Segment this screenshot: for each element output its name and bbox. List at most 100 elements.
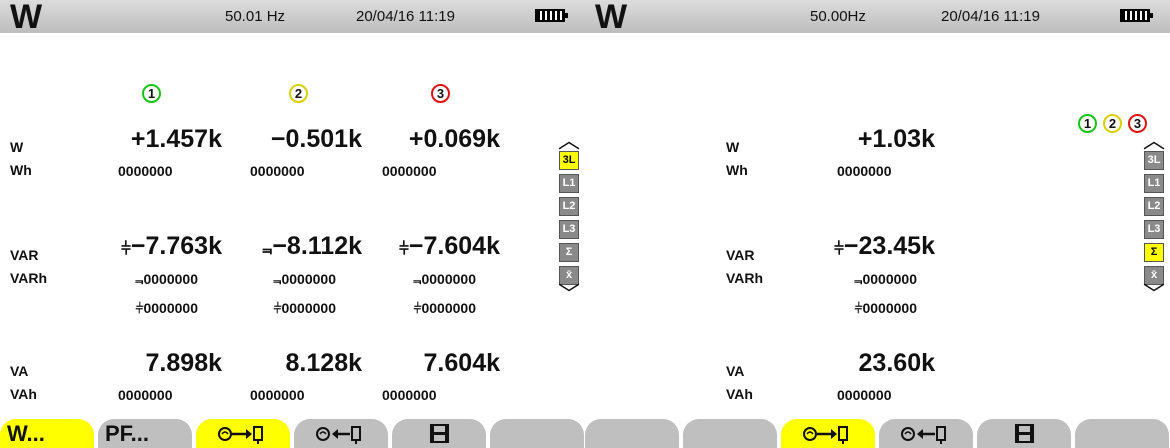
wh-phase-1: 0000000 <box>118 163 173 179</box>
label-vah: VAh <box>10 386 37 402</box>
phase-2-indicator: 2 <box>1103 114 1122 133</box>
va-total: 23.60k <box>858 349 935 377</box>
softkey-empty-2[interactable] <box>683 419 777 448</box>
frequency-readout: 50.01 Hz <box>225 8 286 25</box>
battery-icon <box>535 9 568 22</box>
softkey-empty[interactable] <box>490 419 584 448</box>
mode-sigma[interactable]: Σ <box>1144 243 1164 262</box>
capacitive-icon: ⫬ <box>262 239 273 258</box>
wh-phase-3: 0000000 <box>382 163 437 179</box>
meter-from-computer-icon <box>316 426 361 444</box>
phase-3-indicator: 3 <box>431 84 450 103</box>
scroll-down-icon[interactable]: ﹀ <box>558 284 580 306</box>
softkey-meter-to-computer[interactable] <box>196 419 290 448</box>
label-varh: VARh <box>726 270 764 286</box>
va-phase-2: 8.128k <box>285 349 362 377</box>
status-bar: W 50.01 Hz 20/04/16 11:19 <box>0 0 585 36</box>
mode-L1[interactable]: L1 <box>1144 174 1164 193</box>
label-w: W <box>726 139 740 155</box>
varh-inductive-phase-3: ⫩0000000 <box>380 300 476 317</box>
varh-phase-1-value: 0000000 <box>143 271 198 287</box>
phase-1-indicator: 1 <box>142 84 161 103</box>
label-vah: VAh <box>726 386 753 402</box>
vah-total: 0000000 <box>837 387 892 403</box>
meter-to-computer-icon <box>218 426 263 444</box>
softkey-meter-to-computer[interactable] <box>781 419 875 448</box>
mode-L2[interactable]: L2 <box>1144 197 1164 216</box>
varh-total-value: 0000000 <box>862 271 917 287</box>
phase-2-indicator: 2 <box>289 84 308 103</box>
label-wh: Wh <box>726 162 748 178</box>
var-phase-1-value: −7.763k <box>130 232 222 260</box>
mode-3L[interactable]: 3L <box>559 151 579 170</box>
date-time: 20/04/16 11:19 <box>356 8 455 25</box>
mode-3L[interactable]: 3L <box>1144 151 1164 170</box>
softkey-w-label: W... <box>7 421 45 446</box>
mode-L1[interactable]: L1 <box>559 174 579 193</box>
scroll-down-icon[interactable]: ﹀ <box>1143 284 1165 306</box>
power-screen-total: W 50.00Hz 20/04/16 11:19 1 2 3 W Wh VAR … <box>585 0 1170 448</box>
var-phase-2-value: −8.112k <box>272 232 362 260</box>
va-phase-3: 7.604k <box>423 349 500 377</box>
battery-icon <box>1120 9 1153 22</box>
varh-phase-3-value: 0000000 <box>421 271 476 287</box>
va-phase-1: 7.898k <box>145 349 222 377</box>
varh-capacitive-phase-2: ⫬0000000 <box>240 271 336 288</box>
var-phase-2: ⫬−8.112k <box>224 232 362 261</box>
w-phase-2: −0.501k <box>270 125 362 153</box>
power-mode-icon: W <box>10 0 42 36</box>
vah-phase-2: 0000000 <box>250 387 305 403</box>
scroll-up-icon[interactable]: ︿ <box>558 130 580 152</box>
mode-L2[interactable]: L2 <box>559 197 579 216</box>
varh-capacitive-phase-1: ⫬0000000 <box>102 271 198 288</box>
label-va: VA <box>726 363 745 379</box>
varh-capacitive-phase-3: ⫬0000000 <box>380 271 476 288</box>
save-icon <box>1015 424 1034 443</box>
varh-inductive-total: ⫩0000000 <box>821 300 917 317</box>
varh-inductive-phase-1: ⫩0000000 <box>102 300 198 317</box>
varh2-phase-3-value: 0000000 <box>421 300 476 316</box>
softkey-meter-from-computer[interactable] <box>294 419 388 448</box>
inductive-icon: ⫩ <box>399 239 409 258</box>
var-phase-3: ⫩−7.604k <box>362 232 500 261</box>
varh-capacitive-total: ⫬0000000 <box>821 271 917 288</box>
softkey-empty-1[interactable] <box>585 419 679 448</box>
var-total-value: −23.45k <box>843 232 935 260</box>
vah-phase-1: 0000000 <box>118 387 173 403</box>
softkey-meter-from-computer[interactable] <box>879 419 973 448</box>
softkey-pf[interactable]: PF... <box>98 419 192 448</box>
wh-total: 0000000 <box>837 163 892 179</box>
label-var: VAR <box>726 247 755 263</box>
inductive-icon: ⫩ <box>121 239 131 258</box>
power-screen-three-phase: W 50.01 Hz 20/04/16 11:19 1 2 3 W Wh VAR… <box>0 0 585 448</box>
softkey-save[interactable] <box>392 419 486 448</box>
varh2-total-value: 0000000 <box>862 300 917 316</box>
label-var: VAR <box>10 247 39 263</box>
date-time: 20/04/16 11:19 <box>941 8 1040 25</box>
softkey-empty-3[interactable] <box>1075 419 1169 448</box>
mode-sigma[interactable]: Σ <box>559 243 579 262</box>
softkey-pf-label: PF... <box>105 421 150 446</box>
meter-to-computer-icon <box>803 426 848 444</box>
vah-phase-3: 0000000 <box>382 387 437 403</box>
softkey-save[interactable] <box>977 419 1071 448</box>
phase-1-indicator: 1 <box>1078 114 1097 133</box>
varh2-phase-2-value: 0000000 <box>281 300 336 316</box>
scroll-up-icon[interactable]: ︿ <box>1143 130 1165 152</box>
wh-phase-2: 0000000 <box>250 163 305 179</box>
var-total: ⫩−23.45k <box>805 232 935 261</box>
frequency-readout: 50.00Hz <box>810 8 866 25</box>
label-varh: VARh <box>10 270 48 286</box>
inductive-icon: ⫩ <box>834 239 844 258</box>
label-va: VA <box>10 363 29 379</box>
w-total: +1.03k <box>857 125 935 153</box>
varh-inductive-phase-2: ⫩0000000 <box>240 300 336 317</box>
softkey-w[interactable]: W... <box>0 419 94 448</box>
var-phase-1: ⫩−7.763k <box>84 232 222 261</box>
save-icon <box>430 424 449 443</box>
mode-L3[interactable]: L3 <box>559 220 579 239</box>
mode-L3[interactable]: L3 <box>1144 220 1164 239</box>
meter-from-computer-icon <box>901 426 946 444</box>
label-w: W <box>10 139 24 155</box>
varh2-phase-1-value: 0000000 <box>143 300 198 316</box>
